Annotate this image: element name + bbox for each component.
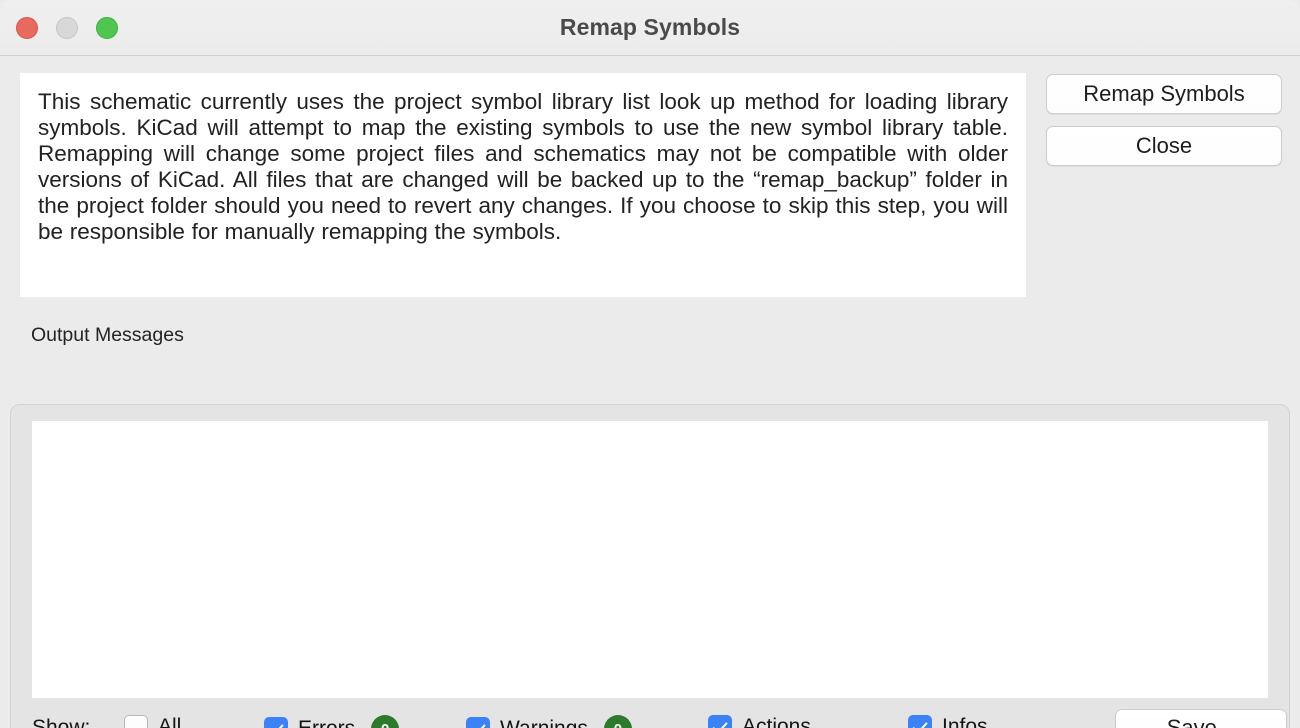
action-buttons: Remap Symbols Close — [1046, 74, 1282, 166]
title-bar: Remap Symbols — [0, 0, 1300, 56]
filter-infos-label: Infos — [942, 715, 988, 728]
checkbox-infos[interactable] — [908, 715, 932, 728]
close-button[interactable]: Close — [1046, 126, 1282, 166]
filter-actions[interactable]: Actions — [708, 715, 811, 728]
info-text: This schematic currently uses the projec… — [38, 89, 1008, 244]
filter-warnings-label: Warnings — [500, 717, 588, 728]
output-messages-text-area[interactable] — [32, 421, 1268, 698]
info-panel: This schematic currently uses the projec… — [20, 73, 1026, 297]
dialog-content: This schematic currently uses the projec… — [0, 56, 1300, 728]
errors-count-badge: 0 — [371, 715, 400, 728]
remap-symbols-button[interactable]: Remap Symbols — [1046, 74, 1282, 114]
window-title: Remap Symbols — [559, 14, 741, 40]
remap-symbols-dialog: Remap Symbols This schematic currently u… — [0, 0, 1300, 728]
filter-all[interactable]: All — [124, 715, 181, 728]
output-messages-label: Output Messages — [31, 324, 184, 346]
checkbox-warnings[interactable] — [466, 717, 490, 728]
filter-errors-label: Errors — [298, 717, 355, 728]
filter-infos[interactable]: Infos — [908, 715, 988, 728]
checkbox-actions[interactable] — [708, 715, 732, 728]
filter-all-label: All — [158, 715, 182, 728]
message-filter-row: Show: All Errors 0 Warnings 0 Actions — [0, 708, 1300, 728]
save-button[interactable]: Save... — [1115, 709, 1287, 728]
filter-warnings[interactable]: Warnings 0 — [466, 715, 632, 728]
checkbox-all[interactable] — [124, 715, 148, 728]
checkbox-errors[interactable] — [264, 717, 288, 728]
show-label: Show: — [32, 716, 91, 728]
warnings-count-badge: 0 — [603, 715, 632, 728]
filter-errors[interactable]: Errors 0 — [264, 715, 400, 728]
filter-actions-label: Actions — [742, 715, 811, 728]
